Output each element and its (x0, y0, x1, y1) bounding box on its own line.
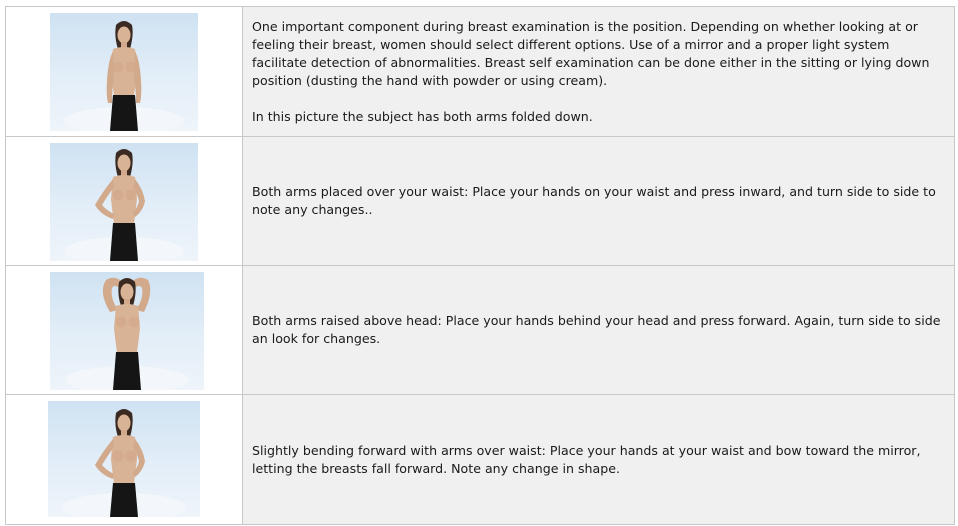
row-2-paragraph-1: Both arms placed over your waist: Place … (252, 184, 936, 217)
table-row-3-image-cell (6, 266, 243, 395)
table-row-3-text-cell: Both arms raised above head: Place your … (243, 266, 954, 395)
row-1-paragraph-2: In this picture the subject has both arm… (252, 108, 593, 124)
table-row-2-image-cell (6, 137, 243, 266)
row-4-paragraph-1: Slightly bending forward with arms over … (252, 442, 921, 476)
row-3-paragraph-1: Both arms raised above head: Place your … (252, 313, 941, 346)
table-row-4-text-cell: Slightly bending forward with arms over … (243, 395, 954, 524)
table-row-2-text-cell: Both arms placed over your waist: Place … (243, 137, 954, 266)
table-row-1-image-cell (6, 7, 243, 137)
figure-hands-on-waist-image (50, 143, 198, 261)
position-table: One important component during breast ex… (5, 6, 955, 525)
table-row-1-text-cell: One important component during breast ex… (243, 7, 954, 137)
figure-arms-raised-image (50, 272, 204, 390)
row-1-paragraph-1: One important component during breast ex… (252, 18, 930, 88)
table-row-4-image-cell (6, 395, 243, 524)
figure-bending-forward-image (48, 401, 200, 517)
figure-arms-down-image (50, 13, 198, 131)
